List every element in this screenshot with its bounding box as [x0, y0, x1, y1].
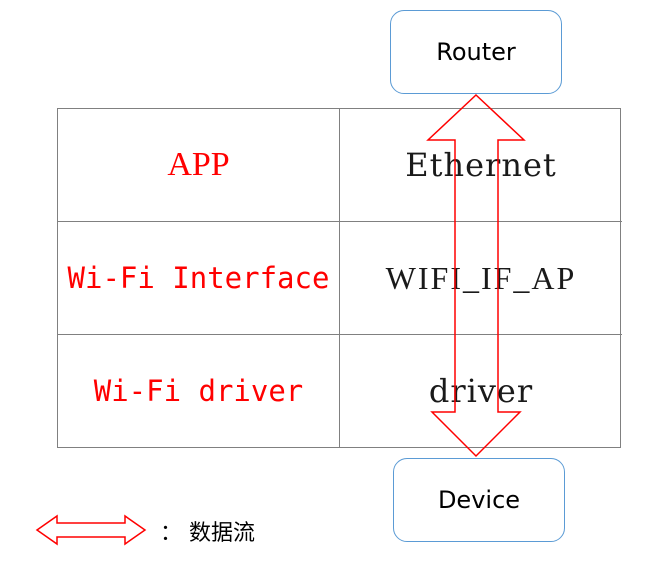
stack-cell-ethernet: Ethernet	[340, 109, 622, 222]
stack-cell-wifi-interface: Wi-Fi Interface	[58, 222, 340, 335]
legend-label: ： 数据流	[160, 521, 255, 546]
stack-cell-wifi-driver: Wi-Fi driver	[58, 335, 340, 447]
legend-arrow	[35, 514, 147, 546]
stack-cell-driver: driver	[428, 372, 534, 410]
device-label: Device	[437, 486, 521, 514]
stack-cell-app: APP	[58, 109, 340, 222]
router-label: Router	[436, 38, 516, 66]
router-node: Router	[390, 10, 562, 94]
device-node: Device	[393, 458, 565, 542]
stack-cell-wifi-if-ap: WIFI_IF_AP	[340, 222, 622, 335]
double-arrow-horizontal-icon	[35, 514, 147, 546]
protocol-stack-table: APP Ethernet Wi-Fi Interface WIFI_IF_AP …	[57, 108, 622, 448]
